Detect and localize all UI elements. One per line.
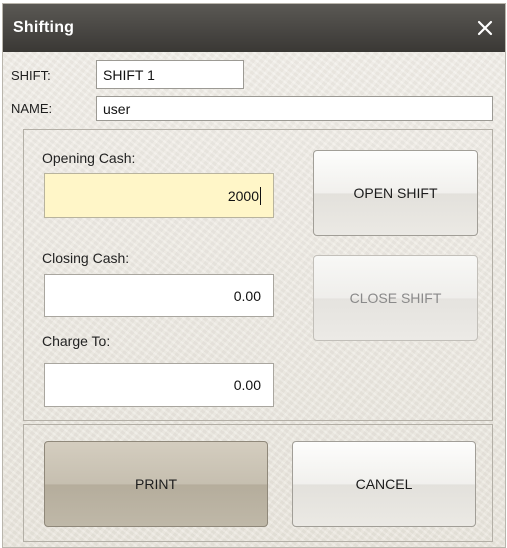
cancel-label: CANCEL [355, 476, 413, 492]
name-label: NAME: [11, 101, 53, 116]
close-button[interactable] [465, 4, 505, 52]
window-title: Shifting [13, 19, 75, 36]
shift-value: SHIFT 1 [103, 66, 155, 83]
print-label: PRINT [135, 476, 177, 492]
cancel-button[interactable]: CANCEL [292, 441, 476, 527]
charge-to-label: Charge To: [42, 333, 111, 349]
close-icon [477, 20, 493, 36]
closing-cash-value: 0.00 [233, 287, 261, 304]
charge-to-input[interactable]: 0.00 [44, 363, 274, 407]
close-shift-label: CLOSE SHIFT [349, 290, 442, 306]
opening-cash-label: Opening Cash: [42, 150, 136, 166]
title-bar: Shifting [3, 4, 505, 52]
charge-to-value: 0.00 [233, 377, 261, 393]
opening-cash-input[interactable]: 2000 [44, 173, 274, 218]
action-panel: PRINT CANCEL [23, 424, 493, 542]
shift-label: SHIFT: [11, 68, 51, 83]
name-value: user [103, 100, 131, 117]
shifting-dialog: Shifting SHIFT: SHIFT 1 NAME: user Openi… [2, 3, 506, 548]
open-shift-button[interactable]: OPEN SHIFT [313, 150, 478, 236]
cash-panel: Opening Cash: 2000 Closing Cash: 0.00 Ch… [23, 129, 493, 421]
text-caret [260, 186, 261, 205]
name-field[interactable]: user [96, 96, 493, 121]
print-button[interactable]: PRINT [44, 441, 268, 527]
closing-cash-input[interactable]: 0.00 [44, 274, 274, 317]
closing-cash-label: Closing Cash: [42, 250, 130, 266]
shift-field[interactable]: SHIFT 1 [96, 60, 244, 89]
opening-cash-value: 2000 [227, 187, 259, 204]
open-shift-label: OPEN SHIFT [353, 185, 438, 201]
close-shift-button[interactable]: CLOSE SHIFT [313, 255, 478, 341]
